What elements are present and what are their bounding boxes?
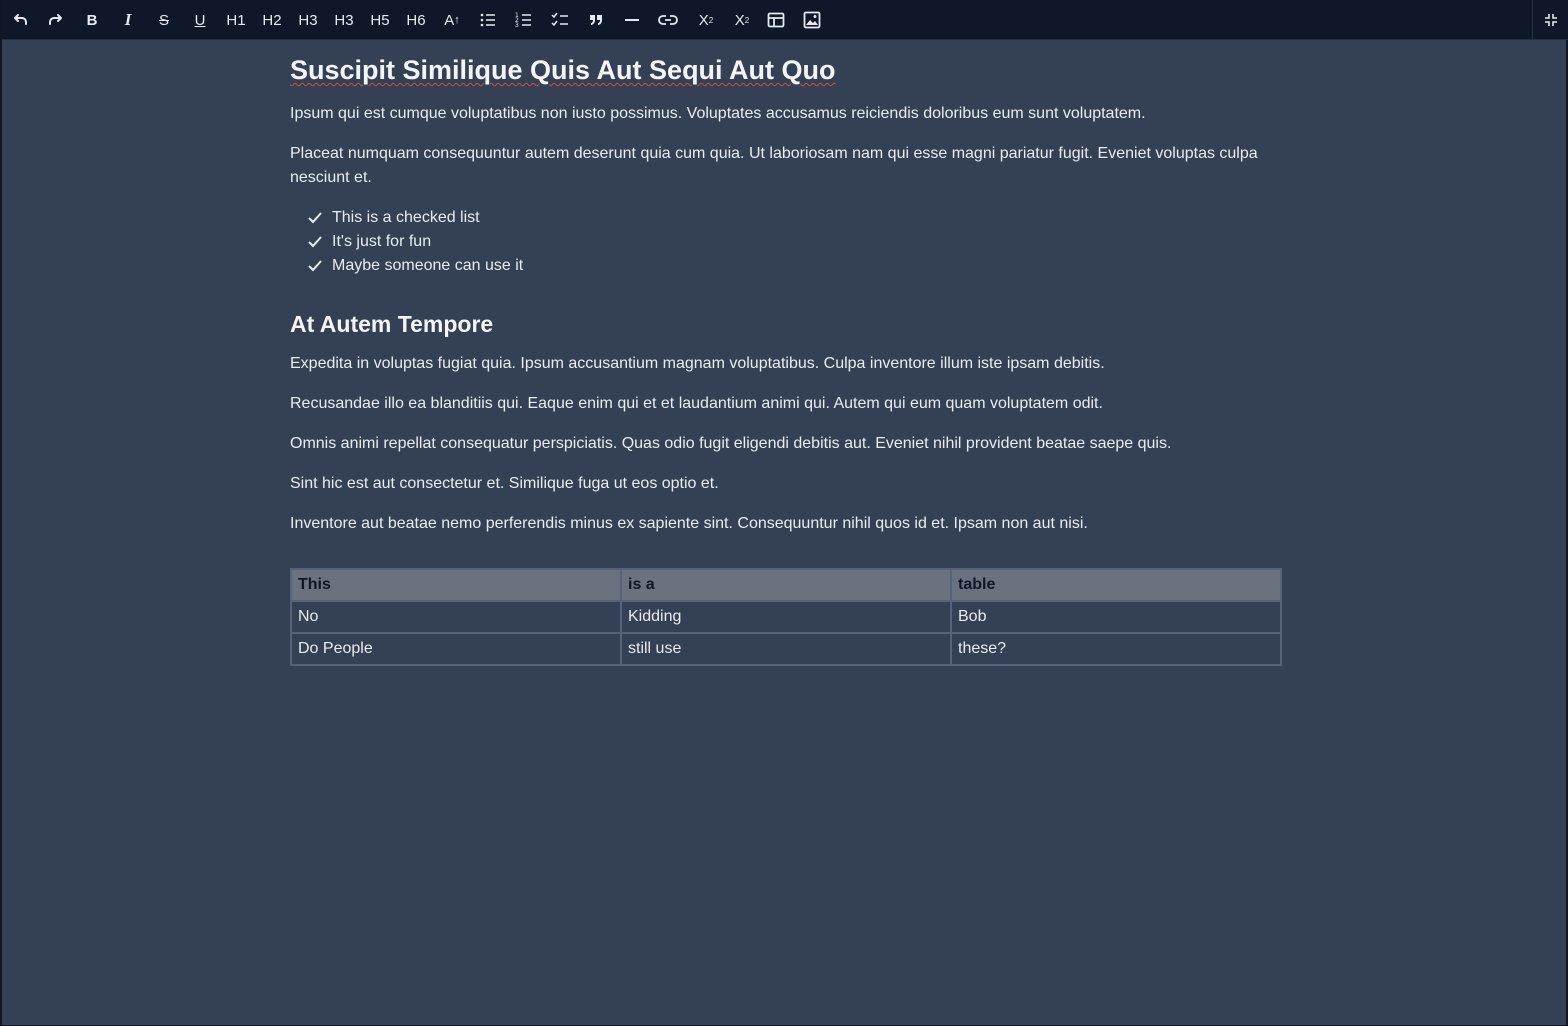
table-cell[interactable]: Bob bbox=[950, 600, 1282, 634]
svg-text:3: 3 bbox=[515, 22, 519, 29]
table-header-cell[interactable]: is a bbox=[620, 568, 952, 602]
editor-frame: B I S U H1 H2 H3 H3 H5 H6 A ↑ 123 X 2 X … bbox=[0, 0, 1568, 1026]
check-icon bbox=[308, 212, 332, 224]
superscript-icon[interactable]: X2 bbox=[690, 4, 722, 36]
editor-toolbar: B I S U H1 H2 H3 H3 H5 H6 A ↑ 123 X 2 X … bbox=[2, 0, 1568, 40]
check-icon bbox=[308, 260, 332, 272]
quote-icon[interactable] bbox=[580, 4, 612, 36]
check-list-item[interactable]: This is a checked list bbox=[308, 206, 523, 230]
italic-icon[interactable]: I bbox=[112, 4, 144, 36]
document-table[interactable]: This is a table No Kidding Bob Do People… bbox=[290, 568, 1282, 666]
image-icon[interactable] bbox=[796, 4, 828, 36]
link-icon[interactable] bbox=[652, 4, 684, 36]
check-list-icon[interactable] bbox=[544, 4, 576, 36]
table-row: No Kidding Bob bbox=[290, 600, 1282, 634]
paragraph: Sint hic est aut consectetur et. Similiq… bbox=[290, 475, 719, 492]
table-header-cell[interactable]: table bbox=[950, 568, 1282, 602]
check-icon bbox=[308, 236, 332, 248]
heading-6-button[interactable]: H6 bbox=[400, 4, 432, 36]
paragraph: Expedita in voluptas fugiat quia. Ipsum … bbox=[290, 355, 1105, 372]
subscript-icon[interactable]: X2 bbox=[726, 4, 758, 36]
paragraph: Ipsum qui est cumque voluptatibus non iu… bbox=[290, 105, 1146, 122]
underline-icon[interactable]: U bbox=[184, 4, 216, 36]
toolbar-separator bbox=[1532, 0, 1533, 40]
check-list-item-label: Maybe someone can use it bbox=[332, 257, 524, 274]
table-cell[interactable]: these? bbox=[950, 632, 1282, 666]
check-list-item-label: It's just for fun bbox=[332, 233, 432, 250]
heading-2-button[interactable]: H2 bbox=[256, 4, 288, 36]
table-row: Do People still use these? bbox=[290, 632, 1282, 666]
bold-icon[interactable]: B bbox=[76, 4, 108, 36]
table-cell[interactable]: Do People bbox=[290, 632, 622, 666]
check-list-item-label: This is a checked list bbox=[332, 209, 480, 226]
section-heading: At Autem Tempore bbox=[290, 311, 494, 337]
undo-icon[interactable] bbox=[4, 4, 36, 36]
horizontal-rule-icon[interactable] bbox=[616, 4, 648, 36]
document-title: Suscipit Similique Quis Aut Sequi Aut Qu… bbox=[290, 55, 836, 85]
table-header-row: This is a table bbox=[290, 568, 1282, 602]
exit-fullscreen-icon[interactable] bbox=[1535, 4, 1567, 36]
paragraph: Recusandae illo ea blanditiis qui. Eaque… bbox=[290, 395, 1103, 412]
table-header-cell[interactable]: This bbox=[290, 568, 622, 602]
font-size-icon[interactable]: A ↑ bbox=[436, 4, 468, 36]
heading-1-button[interactable]: H1 bbox=[220, 4, 252, 36]
check-list: This is a checked list It's just for fun… bbox=[308, 206, 523, 278]
check-list-item[interactable]: It's just for fun bbox=[308, 230, 523, 254]
table-cell[interactable]: No bbox=[290, 600, 622, 634]
table-cell[interactable]: still use bbox=[620, 632, 952, 666]
ordered-list-icon[interactable]: 123 bbox=[508, 4, 540, 36]
strikethrough-icon[interactable]: S bbox=[148, 4, 180, 36]
check-list-item[interactable]: Maybe someone can use it bbox=[308, 254, 523, 278]
redo-icon[interactable] bbox=[40, 4, 72, 36]
heading-3-button[interactable]: H3 bbox=[292, 4, 324, 36]
heading-4-button[interactable]: H3 bbox=[328, 4, 360, 36]
bullet-list-icon[interactable] bbox=[472, 4, 504, 36]
table-icon[interactable] bbox=[760, 4, 792, 36]
paragraph: Omnis animi repellat consequatur perspic… bbox=[290, 435, 1172, 452]
paragraph: Inventore aut beatae nemo perferendis mi… bbox=[290, 515, 1088, 532]
table-cell[interactable]: Kidding bbox=[620, 600, 952, 634]
paragraph: Placeat numquam consequuntur autem deser… bbox=[290, 145, 1258, 186]
heading-5-button[interactable]: H5 bbox=[364, 4, 396, 36]
